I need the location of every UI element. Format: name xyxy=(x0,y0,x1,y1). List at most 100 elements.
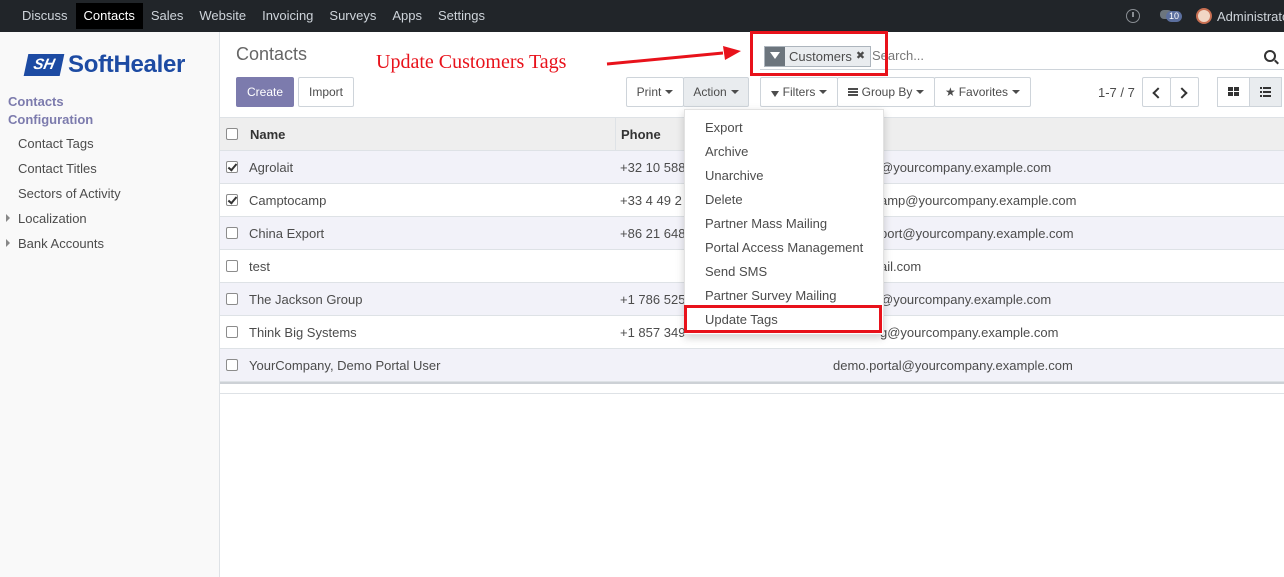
cell-phone: +1 857 349 xyxy=(620,325,686,340)
cell-phone: +32 10 588 xyxy=(620,160,686,175)
cell-email: @yourcompany.example.com xyxy=(880,292,1052,307)
action-label: Action xyxy=(693,85,727,99)
menu-item-export[interactable]: Export xyxy=(705,120,743,135)
create-button[interactable]: Create xyxy=(236,77,294,107)
table-row[interactable]: YourCompany, Demo Portal User demo.portal… xyxy=(220,349,1284,382)
row-checkbox[interactable] xyxy=(226,227,238,239)
filter-icon xyxy=(770,91,779,97)
annotation-highlight-search xyxy=(750,31,888,76)
chevron-right-icon xyxy=(1176,87,1188,99)
cell-phone: +86 21 648 xyxy=(620,226,686,241)
cell-name: Agrolait xyxy=(249,160,294,175)
page-title: Contacts xyxy=(236,44,308,64)
column-header-name[interactable]: Name xyxy=(250,127,285,142)
select-all-checkbox[interactable] xyxy=(226,128,238,140)
cell-email: @yourcompany.example.com xyxy=(880,160,1052,175)
menu-sales[interactable]: Sales xyxy=(143,3,192,29)
search-input[interactable] xyxy=(872,48,1252,63)
sidebar-item-bank-accounts[interactable]: Bank Accounts xyxy=(6,236,104,251)
menu-discuss[interactable]: Discuss xyxy=(14,3,76,29)
menu-website[interactable]: Website xyxy=(191,3,254,29)
favorites-button[interactable]: ★ Favorites xyxy=(934,77,1031,107)
logo-text: SoftHealer xyxy=(68,51,186,78)
menu-item-delete[interactable]: Delete xyxy=(705,192,743,207)
row-checkbox[interactable] xyxy=(226,161,238,173)
caret-down-icon xyxy=(1012,90,1021,94)
activity-clock-icon[interactable] xyxy=(1126,9,1140,23)
print-label: Print xyxy=(636,85,662,99)
sidebar-item-contact-titles[interactable]: Contact Titles xyxy=(18,161,97,176)
softhealer-logo: SH SoftHealer xyxy=(23,51,186,79)
pager-previous-button[interactable] xyxy=(1142,77,1171,107)
caret-down-icon xyxy=(916,90,925,94)
menu-item-partner-survey-mailing[interactable]: Partner Survey Mailing xyxy=(705,288,837,303)
cell-phone: +1 786 525 xyxy=(620,292,686,307)
logo-mark: SH xyxy=(23,54,65,76)
table-footer xyxy=(220,382,1284,394)
search-icon[interactable] xyxy=(1264,50,1276,62)
groupby-label: Group By xyxy=(861,85,913,99)
annotation-highlight-update-tags xyxy=(684,305,882,333)
menu-invoicing[interactable]: Invoicing xyxy=(254,3,321,29)
menu-item-send-sms[interactable]: Send SMS xyxy=(705,264,767,279)
user-avatar[interactable] xyxy=(1196,8,1212,24)
caret-down-icon xyxy=(730,90,739,94)
favorites-label: Favorites xyxy=(958,85,1009,99)
menu-item-archive[interactable]: Archive xyxy=(705,144,748,159)
cell-name: test xyxy=(249,259,270,274)
annotation-arrow-icon xyxy=(606,46,741,66)
row-checkbox[interactable] xyxy=(226,326,238,338)
systray: 10 Administrator xyxy=(1126,0,1284,32)
annotation-text: Update Customers Tags xyxy=(376,51,567,73)
menu-item-unarchive[interactable]: Unarchive xyxy=(705,168,764,183)
caret-down-icon xyxy=(819,90,828,94)
menu-item-portal-access[interactable]: Portal Access Management xyxy=(705,240,863,255)
menu-settings[interactable]: Settings xyxy=(430,3,493,29)
grid-icon xyxy=(1228,87,1239,96)
row-checkbox[interactable] xyxy=(226,260,238,272)
cell-name: Camptocamp xyxy=(249,193,327,208)
row-checkbox[interactable] xyxy=(226,194,238,206)
menu-contacts[interactable]: Contacts xyxy=(75,3,143,29)
menu-surveys[interactable]: Surveys xyxy=(321,3,384,29)
row-checkbox[interactable] xyxy=(226,293,238,305)
list-view-button[interactable] xyxy=(1249,77,1282,107)
top-navbar: Discuss Contacts Sales Website Invoicing… xyxy=(0,0,1284,32)
bars-icon xyxy=(847,88,858,96)
star-icon: ★ xyxy=(944,85,956,99)
kanban-view-button[interactable] xyxy=(1217,77,1250,107)
sidebar-item-sectors[interactable]: Sectors of Activity xyxy=(18,186,121,201)
groupby-button[interactable]: Group By xyxy=(837,77,935,107)
print-button[interactable]: Print xyxy=(626,77,684,107)
pager-value[interactable]: 1-7 / 7 xyxy=(1098,85,1135,100)
cell-name: China Export xyxy=(249,226,325,241)
user-name[interactable]: Administrator xyxy=(1217,9,1284,24)
caret-down-icon xyxy=(665,90,674,94)
filters-label: Filters xyxy=(782,85,816,99)
sidebar-item-localization[interactable]: Localization xyxy=(6,211,87,226)
list-icon xyxy=(1260,87,1271,97)
cell-email: port@yourcompany.example.com xyxy=(880,226,1074,241)
filters-button[interactable]: Filters xyxy=(760,77,838,107)
cell-email: ail.com xyxy=(880,259,922,274)
sidebar-item-contact-tags[interactable]: Contact Tags xyxy=(18,136,94,151)
import-button[interactable]: Import xyxy=(298,77,354,107)
menu-apps[interactable]: Apps xyxy=(384,3,430,29)
action-button[interactable]: Action xyxy=(683,77,749,107)
menu-item-partner-mass-mailing[interactable]: Partner Mass Mailing xyxy=(705,216,827,231)
app-menu: Discuss Contacts Sales Website Invoicing… xyxy=(14,3,493,29)
action-dropdown-menu: Export Archive Unarchive Delete Partner … xyxy=(684,109,884,335)
sidebar-heading-configuration[interactable]: Configuration xyxy=(8,112,93,127)
column-header-phone[interactable]: Phone xyxy=(621,127,661,142)
pager-next-button[interactable] xyxy=(1170,77,1199,107)
cell-name: YourCompany, Demo Portal User xyxy=(249,358,441,373)
cell-email: amp@yourcompany.example.com xyxy=(880,193,1077,208)
cell-email: demo.portal@yourcompany.example.com xyxy=(833,358,1073,373)
chat-icon[interactable]: 10 xyxy=(1160,9,1183,23)
chat-count-badge: 10 xyxy=(1166,11,1183,22)
row-checkbox[interactable] xyxy=(226,359,238,371)
sidebar: SH SoftHealer Contacts Configuration Con… xyxy=(0,32,220,577)
chevron-left-icon xyxy=(1152,87,1164,99)
sidebar-heading-contacts[interactable]: Contacts xyxy=(8,94,64,109)
cell-name: Think Big Systems xyxy=(249,325,357,340)
